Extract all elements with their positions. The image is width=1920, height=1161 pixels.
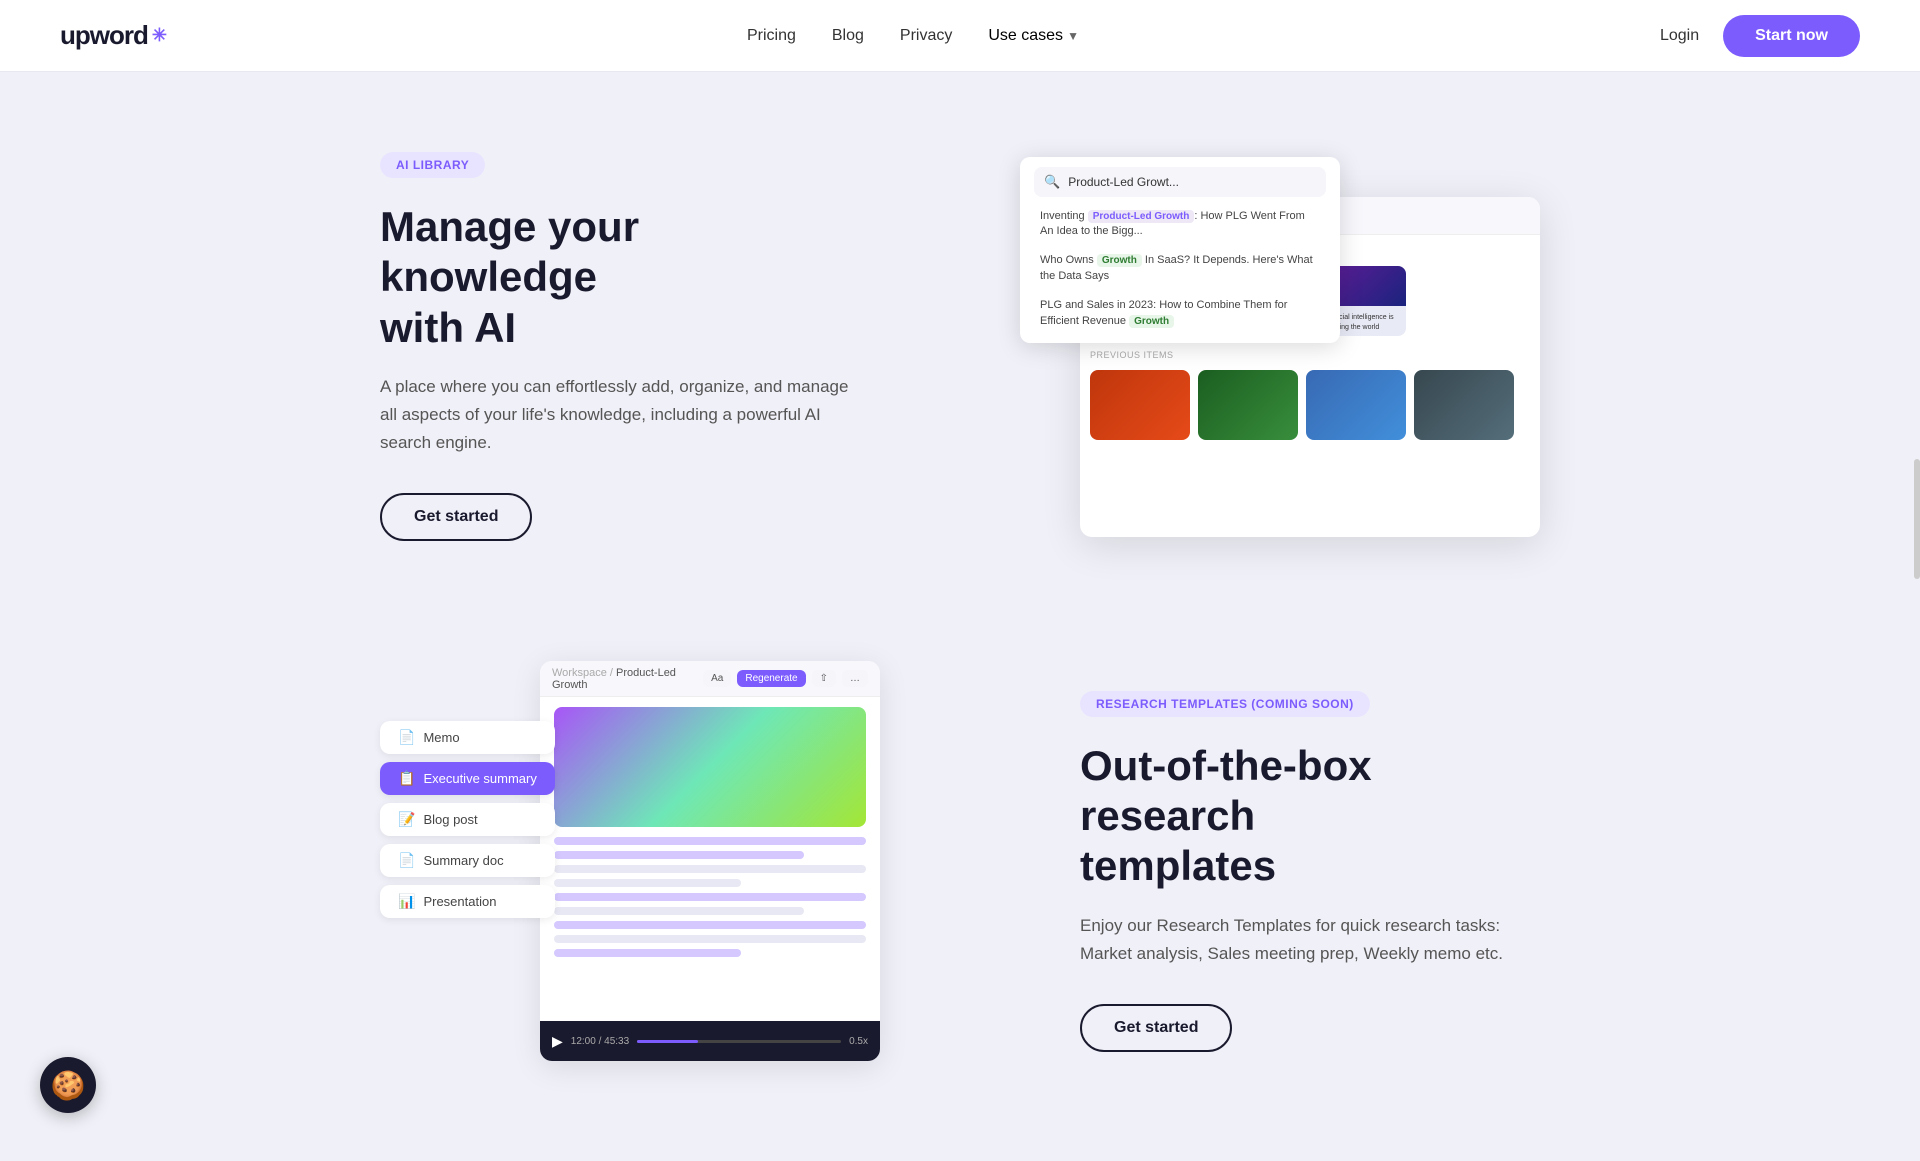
- section1-heading: Manage your knowledge with AI: [380, 202, 860, 353]
- logo-text: upword: [60, 20, 148, 51]
- search-icon: 🔍: [1044, 174, 1060, 190]
- cookie-icon: 🍪: [51, 1069, 86, 1102]
- template-topbar: Workspace / Product-Led Growth Aa Regene…: [540, 661, 880, 697]
- section1-left: AI LIBRARY Manage your knowledge with AI…: [380, 152, 860, 541]
- template-content: [540, 697, 880, 967]
- previous-items-label: PREVIOUS ITEMS: [1090, 350, 1530, 364]
- section2-description: Enjoy our Research Templates for quick r…: [1080, 912, 1540, 968]
- chevron-down-icon: ▼: [1067, 29, 1079, 43]
- template-mockup-wrap: 📄 Memo 📋 Executive summary 📝 Blog post 📄…: [380, 661, 880, 1081]
- cookie-widget[interactable]: 🍪: [40, 1057, 100, 1117]
- search-result-item[interactable]: Inventing Product-Led Growth: How PLG We…: [1034, 205, 1326, 244]
- section1-right: 🔍 Product-Led Growt... Inventing Product…: [1020, 157, 1540, 537]
- nav-right: Login Start now: [1660, 15, 1860, 57]
- highlight-tag: Product-Led Growth: [1088, 210, 1195, 223]
- template-item-presentation[interactable]: 📊 Presentation: [380, 885, 555, 918]
- template-item-memo[interactable]: 📄 Memo: [380, 721, 555, 754]
- section2-right: RESEARCH TEMPLATES (COMING SOON) Out-of-…: [1080, 691, 1540, 1052]
- section2-heading: Out-of-the-box research templates: [1080, 741, 1540, 892]
- search-bar[interactable]: 🔍 Product-Led Growt...: [1034, 167, 1326, 197]
- nav-privacy[interactable]: Privacy: [900, 27, 952, 45]
- template-item-blog-post[interactable]: 📝 Blog post: [380, 803, 555, 836]
- template-sidebar: 📄 Memo 📋 Executive summary 📝 Blog post 📄…: [380, 721, 555, 918]
- template-hero-image: [554, 707, 866, 827]
- mock-prev-card[interactable]: [1306, 370, 1406, 440]
- text-line: [554, 921, 866, 929]
- search-result-item[interactable]: Who Owns Growth In SaaS? It Depends. Her…: [1034, 249, 1326, 288]
- text-line: [554, 851, 804, 859]
- settings-button[interactable]: …: [842, 670, 868, 687]
- text-line: [554, 907, 804, 915]
- audio-progress-bar[interactable]: [637, 1040, 841, 1043]
- text-line: [554, 837, 866, 845]
- breadcrumb: Workspace / Product-Led Growth: [552, 667, 691, 691]
- mock-prev-card[interactable]: [1090, 370, 1190, 440]
- presentation-icon: 📊: [398, 893, 415, 910]
- memo-icon: 📄: [398, 729, 415, 746]
- text-line: [554, 949, 741, 957]
- text-line: [554, 893, 866, 901]
- cookie-button[interactable]: 🍪: [40, 1057, 96, 1113]
- logo[interactable]: upword✳: [60, 20, 166, 51]
- page-content: AI LIBRARY Manage your knowledge with AI…: [0, 72, 1920, 1161]
- regenerate-button[interactable]: Regenerate: [737, 670, 805, 687]
- navbar: upword✳ Pricing Blog Privacy Use cases ▼…: [0, 0, 1920, 72]
- mock-previous-cards-row: [1090, 370, 1530, 440]
- audio-player: ▶ 12:00 / 45:33 0.5x: [540, 1021, 880, 1061]
- audio-play-button[interactable]: ▶: [552, 1033, 563, 1050]
- highlight-tag: Growth: [1129, 315, 1174, 328]
- summary-doc-icon: 📄: [398, 852, 415, 869]
- search-popup: 🔍 Product-Led Growt... Inventing Product…: [1020, 157, 1340, 343]
- research-templates-badge: RESEARCH TEMPLATES (COMING SOON): [1080, 691, 1370, 717]
- text-line: [554, 879, 741, 887]
- nav-links: Pricing Blog Privacy Use cases ▼: [747, 27, 1079, 45]
- text-line: [554, 865, 866, 873]
- share-button[interactable]: ⇧: [812, 670, 836, 687]
- section2-get-started-button[interactable]: Get started: [1080, 1004, 1232, 1052]
- section-research-templates: 📄 Memo 📋 Executive summary 📝 Blog post 📄…: [260, 621, 1660, 1161]
- nav-blog[interactable]: Blog: [832, 27, 864, 45]
- text-line: [554, 935, 866, 943]
- mock-prev-card[interactable]: [1414, 370, 1514, 440]
- template-text-lines: [554, 837, 866, 957]
- mock-prev-card[interactable]: [1198, 370, 1298, 440]
- audio-progress-fill: [637, 1040, 698, 1043]
- ai-library-badge: AI LIBRARY: [380, 152, 485, 178]
- section-ai-library: AI LIBRARY Manage your knowledge with AI…: [260, 72, 1660, 621]
- login-link[interactable]: Login: [1660, 27, 1699, 45]
- search-results: Inventing Product-Led Growth: How PLG We…: [1034, 205, 1326, 333]
- blog-post-icon: 📝: [398, 811, 415, 828]
- nav-pricing[interactable]: Pricing: [747, 27, 796, 45]
- template-item-summary-doc[interactable]: 📄 Summary doc: [380, 844, 555, 877]
- section1-description: A place where you can effortlessly add, …: [380, 373, 860, 457]
- template-main-mockup: Workspace / Product-Led Growth Aa Regene…: [540, 661, 880, 1061]
- font-size-btn[interactable]: Aa: [703, 670, 731, 687]
- audio-speed-label: 0.5x: [849, 1036, 868, 1047]
- scrollbar[interactable]: [1914, 459, 1920, 579]
- start-now-button[interactable]: Start now: [1723, 15, 1860, 57]
- template-item-executive-summary[interactable]: 📋 Executive summary: [380, 762, 555, 795]
- search-result-item[interactable]: PLG and Sales in 2023: How to Combine Th…: [1034, 294, 1326, 333]
- logo-star-icon: ✳: [152, 25, 166, 46]
- highlight-tag: Growth: [1097, 254, 1142, 267]
- section1-get-started-button[interactable]: Get started: [380, 493, 532, 541]
- audio-timestamp: 12:00 / 45:33: [571, 1036, 629, 1047]
- executive-summary-icon: 📋: [398, 770, 415, 787]
- search-query: Product-Led Growt...: [1068, 175, 1179, 189]
- nav-use-cases[interactable]: Use cases ▼: [988, 27, 1079, 45]
